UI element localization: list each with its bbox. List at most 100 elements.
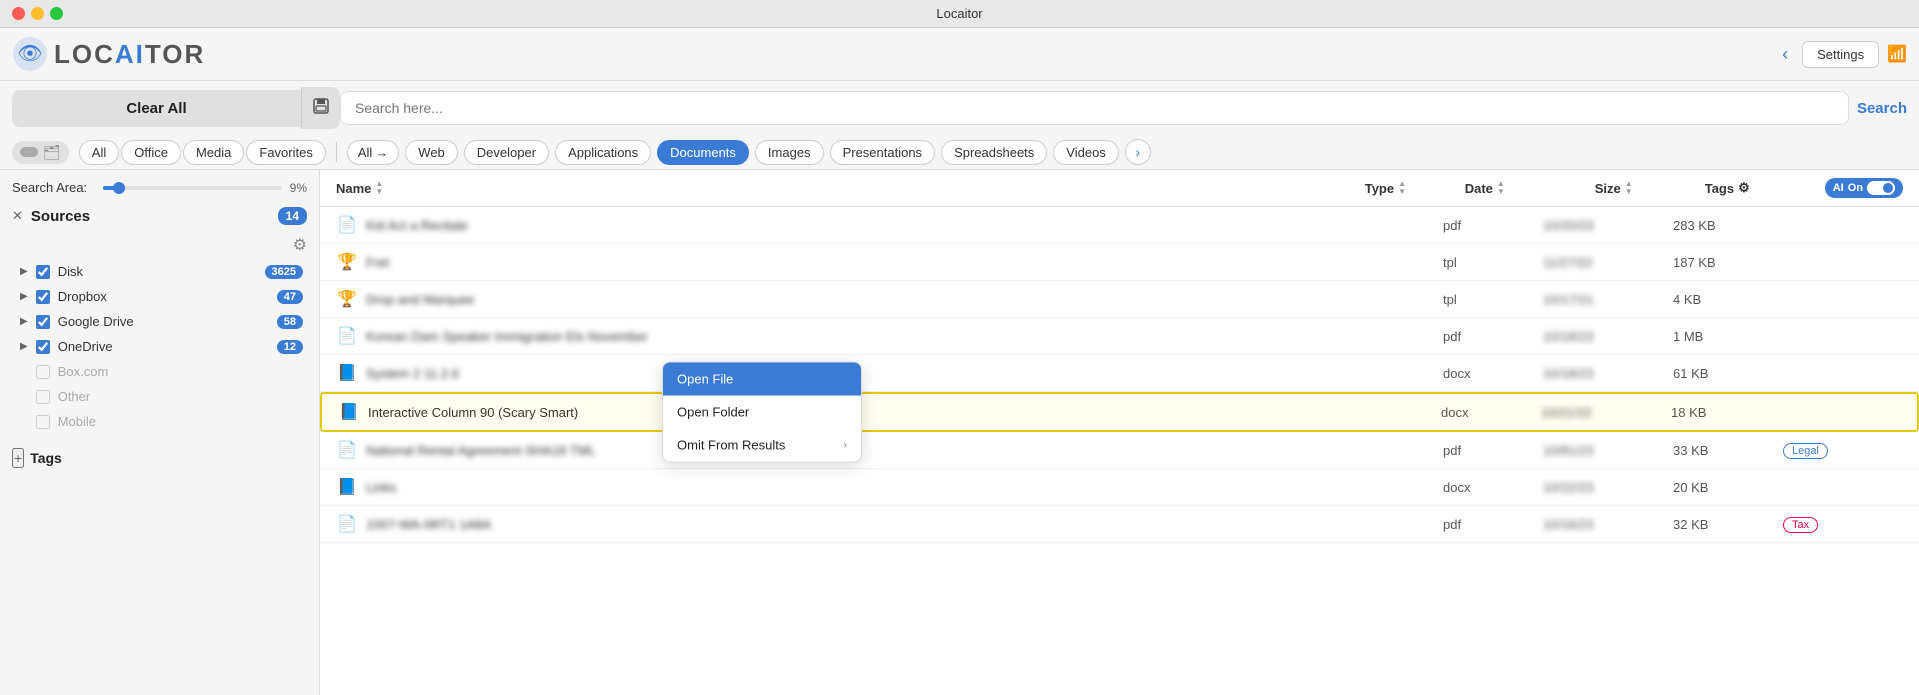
file-name: Fret <box>366 255 1443 270</box>
tab-web[interactable]: Web <box>405 140 458 165</box>
sources-list: ▶ Disk 3625 ▶ Dropbox 47 ▶ Google Drive <box>12 259 307 434</box>
file-size: 283 KB <box>1673 218 1783 233</box>
source-item-other: ▶ Other <box>16 384 307 409</box>
tab-media[interactable]: Media <box>183 140 244 165</box>
tab-images[interactable]: Images <box>755 140 824 165</box>
file-row[interactable]: 📘 Links docx 10/22/23 20 KB <box>320 469 1919 506</box>
search-area-slider[interactable] <box>103 186 282 190</box>
file-tags: Legal <box>1783 442 1903 459</box>
col-header-type[interactable]: Type ▲▼ <box>1365 180 1465 196</box>
tab-presentations[interactable]: Presentations <box>830 140 936 165</box>
ai-toggle[interactable]: AI On <box>1825 178 1903 198</box>
col-header-tags[interactable]: Tags ⚙ <box>1705 180 1825 196</box>
file-icon: 📄 <box>336 325 358 347</box>
minimize-button[interactable] <box>31 7 44 20</box>
expand-gdrive-arrow[interactable]: ▶ <box>20 316 28 327</box>
dropbox-checkbox[interactable] <box>36 290 50 304</box>
boxcom-label: Box.com <box>58 364 303 379</box>
results-area: Name ▲▼ Type ▲▼ Date ▲▼ Size ▲▼ Tags ⚙ <box>320 170 1919 695</box>
search-input-area <box>340 91 1849 125</box>
onedrive-count: 12 <box>277 340 303 354</box>
tab-office[interactable]: Office <box>121 140 181 165</box>
source-item-disk: ▶ Disk 3625 <box>16 259 307 284</box>
col-header-date[interactable]: Date ▲▼ <box>1465 180 1595 196</box>
sources-header: ✕ Sources 14 <box>12 207 307 225</box>
file-row[interactable]: 🏆 Fret tpl 11/27/22 187 KB <box>320 244 1919 281</box>
col-header-name[interactable]: Name ▲▼ <box>336 180 1365 196</box>
onedrive-checkbox[interactable] <box>36 340 50 354</box>
file-icon: 🏆 <box>336 288 358 310</box>
tab-all-left[interactable]: All <box>79 140 119 165</box>
file-date: 11/27/22 <box>1543 255 1673 270</box>
name-sort-arrows: ▲▼ <box>375 180 383 196</box>
expand-disk-arrow[interactable]: ▶ <box>20 266 28 277</box>
ctx-open-file[interactable]: Open File <box>663 363 861 396</box>
save-search-button[interactable] <box>301 87 340 129</box>
file-size: 18 KB <box>1671 405 1781 420</box>
tab-developer[interactable]: Developer <box>464 140 549 165</box>
search-button[interactable]: Search <box>1857 100 1907 117</box>
sources-close-button[interactable]: ✕ <box>12 208 23 224</box>
slider-thumb <box>113 182 125 194</box>
file-row[interactable]: 📄 Kid Act a Recitale pdf 10/20/23 283 KB <box>320 207 1919 244</box>
type-sort-arrows: ▲▼ <box>1398 180 1406 196</box>
file-row-highlighted[interactable]: 📘 Interactive Column 90 (Scary Smart) do… <box>320 392 1919 432</box>
source-item-boxcom: ▶ Box.com <box>16 359 307 384</box>
window-controls <box>12 7 63 20</box>
back-chevron-button[interactable]: ‹ <box>1776 42 1794 67</box>
top-bar: 👁 LOCAITOR ‹ Settings 📶 <box>0 28 1919 81</box>
file-row[interactable]: 📄 Korean Dam Speaker Immigration Els Nov… <box>320 318 1919 355</box>
search-area-row: Search Area: 9% <box>12 180 307 195</box>
tags-expand-button[interactable]: + <box>12 448 24 468</box>
toggle-indicator <box>20 147 38 157</box>
tab-documents[interactable]: Documents <box>657 140 749 165</box>
file-type: tpl <box>1443 292 1543 307</box>
expand-dropbox-arrow[interactable]: ▶ <box>20 291 28 302</box>
source-item-google-drive: ▶ Google Drive 58 <box>16 309 307 334</box>
separator <box>336 142 337 162</box>
top-right-controls: ‹ Settings 📶 <box>1776 41 1907 68</box>
view-toggle[interactable]: 🗂 <box>12 141 69 164</box>
file-name: National Rental Agreement SHA18 TML <box>366 443 1443 458</box>
file-type: pdf <box>1443 329 1543 344</box>
gdrive-checkbox[interactable] <box>36 315 50 329</box>
ai-toggle-knob <box>1883 183 1893 193</box>
col-header-size[interactable]: Size ▲▼ <box>1595 180 1705 196</box>
tab-applications[interactable]: Applications <box>555 140 651 165</box>
file-row[interactable]: 📄 National Rental Agreement SHA18 TML pd… <box>320 432 1919 469</box>
file-row[interactable]: 📘 System 2 11.2.6 docx 10/18/23 61 KB <box>320 355 1919 392</box>
disk-checkbox[interactable] <box>36 265 50 279</box>
file-row[interactable]: 📄 1007-WA-0RT1 1A8A pdf 10/16/23 32 KB T… <box>320 506 1919 543</box>
tab-videos[interactable]: Videos <box>1053 140 1119 165</box>
file-row[interactable]: 🏆 Drop and Marquee tpl 10/17/21 4 KB <box>320 281 1919 318</box>
source-item-onedrive: ▶ OneDrive 12 <box>16 334 307 359</box>
file-icon: 📘 <box>338 401 360 423</box>
sidebar: Search Area: 9% ✕ Sources 14 ⚙ ▶ <box>0 170 320 695</box>
file-size: 187 KB <box>1673 255 1783 270</box>
file-type: pdf <box>1443 443 1543 458</box>
tab-favorites[interactable]: Favorites <box>246 140 325 165</box>
ctx-open-folder[interactable]: Open Folder <box>663 396 861 429</box>
ctx-omit-from-results[interactable]: Omit From Results › <box>663 429 861 462</box>
sources-gear-button[interactable]: ⚙ <box>293 235 307 255</box>
file-name: Interactive Column 90 (Scary Smart) <box>368 405 1441 420</box>
sources-count-badge: 14 <box>278 207 307 225</box>
close-button[interactable] <box>12 7 25 20</box>
tab-all-right[interactable]: All → <box>347 140 399 165</box>
date-sort-arrows: ▲▼ <box>1497 180 1505 196</box>
settings-button[interactable]: Settings <box>1802 41 1879 68</box>
tab-spreadsheets[interactable]: Spreadsheets <box>941 140 1047 165</box>
sources-title: Sources <box>31 208 278 225</box>
tags-settings-icon[interactable]: ⚙ <box>1738 180 1750 196</box>
source-item-mobile: ▶ Mobile <box>16 409 307 434</box>
file-name: Drop and Marquee <box>366 292 1443 307</box>
clear-all-button[interactable]: Clear All <box>12 90 301 127</box>
maximize-button[interactable] <box>50 7 63 20</box>
file-icon: 📘 <box>336 362 358 384</box>
expand-onedrive-arrow[interactable]: ▶ <box>20 341 28 352</box>
app-container: 👁 LOCAITOR ‹ Settings 📶 Clear All <box>0 28 1919 695</box>
scroll-right-button[interactable]: › <box>1125 139 1151 165</box>
file-type: pdf <box>1443 218 1543 233</box>
search-input[interactable] <box>355 100 1834 116</box>
chevron-right-icon: › <box>1135 144 1140 160</box>
